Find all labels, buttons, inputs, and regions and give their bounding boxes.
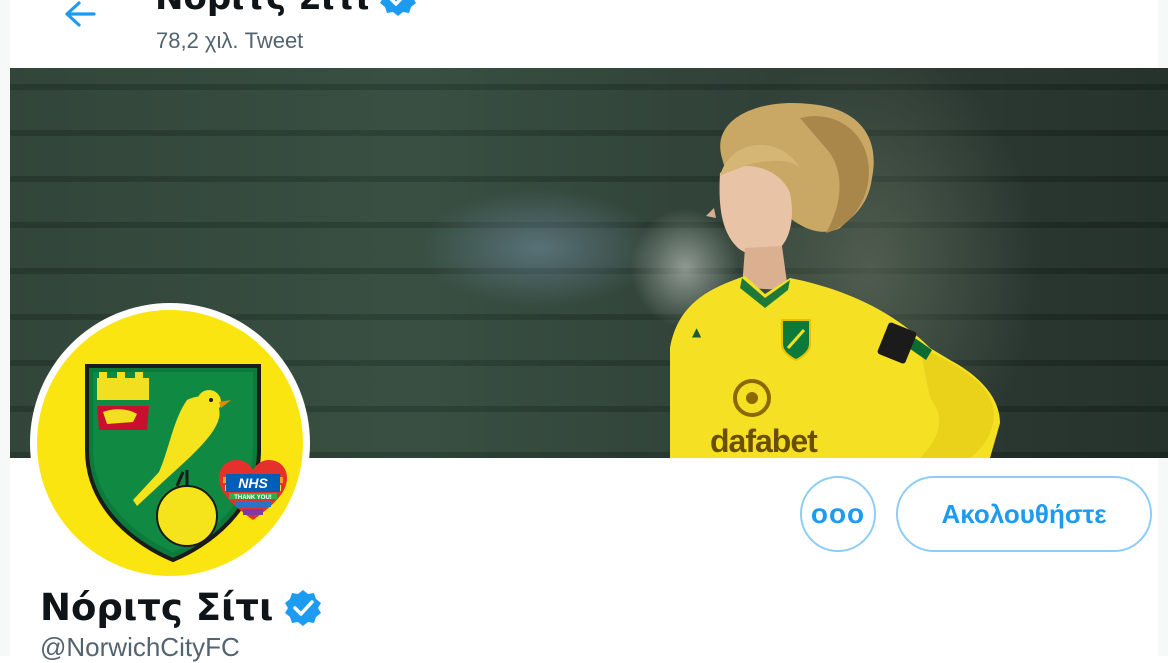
thank-you-text: THANK YOU!	[234, 495, 272, 501]
verified-badge-icon	[379, 0, 416, 16]
nhs-text: NHS	[226, 474, 280, 492]
header-title: Νόριτς Σίτι	[155, 0, 418, 18]
more-options-button[interactable]: ooo	[800, 476, 876, 552]
tweet-count: 78,2 χιλ. Tweet	[156, 28, 304, 53]
display-name-text: Νόριτς Σίτι	[40, 586, 274, 629]
player-photo: ▲	[670, 102, 1000, 458]
back-button[interactable]	[54, 0, 106, 30]
avatar-ring[interactable]: NHS THANK YOU!	[30, 303, 310, 583]
arrow-left-icon	[65, 1, 96, 27]
profile-display-name: Νόριτς Σίτι	[40, 586, 323, 629]
page-border-left	[0, 0, 10, 656]
header-title-text: Νόριτς Σίτι	[155, 0, 370, 18]
verified-badge-icon	[285, 589, 322, 626]
svg-text:▲: ▲	[692, 325, 702, 339]
banner-background-blur	[420, 188, 660, 308]
shirt-sponsor: dafabet	[710, 423, 818, 458]
follow-button-label: Ακολουθήστε	[941, 498, 1107, 529]
follow-button[interactable]: Ακολουθήστε	[896, 476, 1152, 552]
more-options-icon: ooo	[810, 498, 866, 529]
profile-handle: @NorwichCityFC	[40, 632, 240, 662]
profile-header-bar: Νόριτς Σίτι 78,2 χιλ. Tweet	[10, 0, 1158, 68]
nhs-heart-badge: NHS THANK YOU!	[217, 458, 289, 520]
avatar: NHS THANK YOU!	[37, 310, 303, 576]
club-crest-logo	[85, 364, 261, 563]
